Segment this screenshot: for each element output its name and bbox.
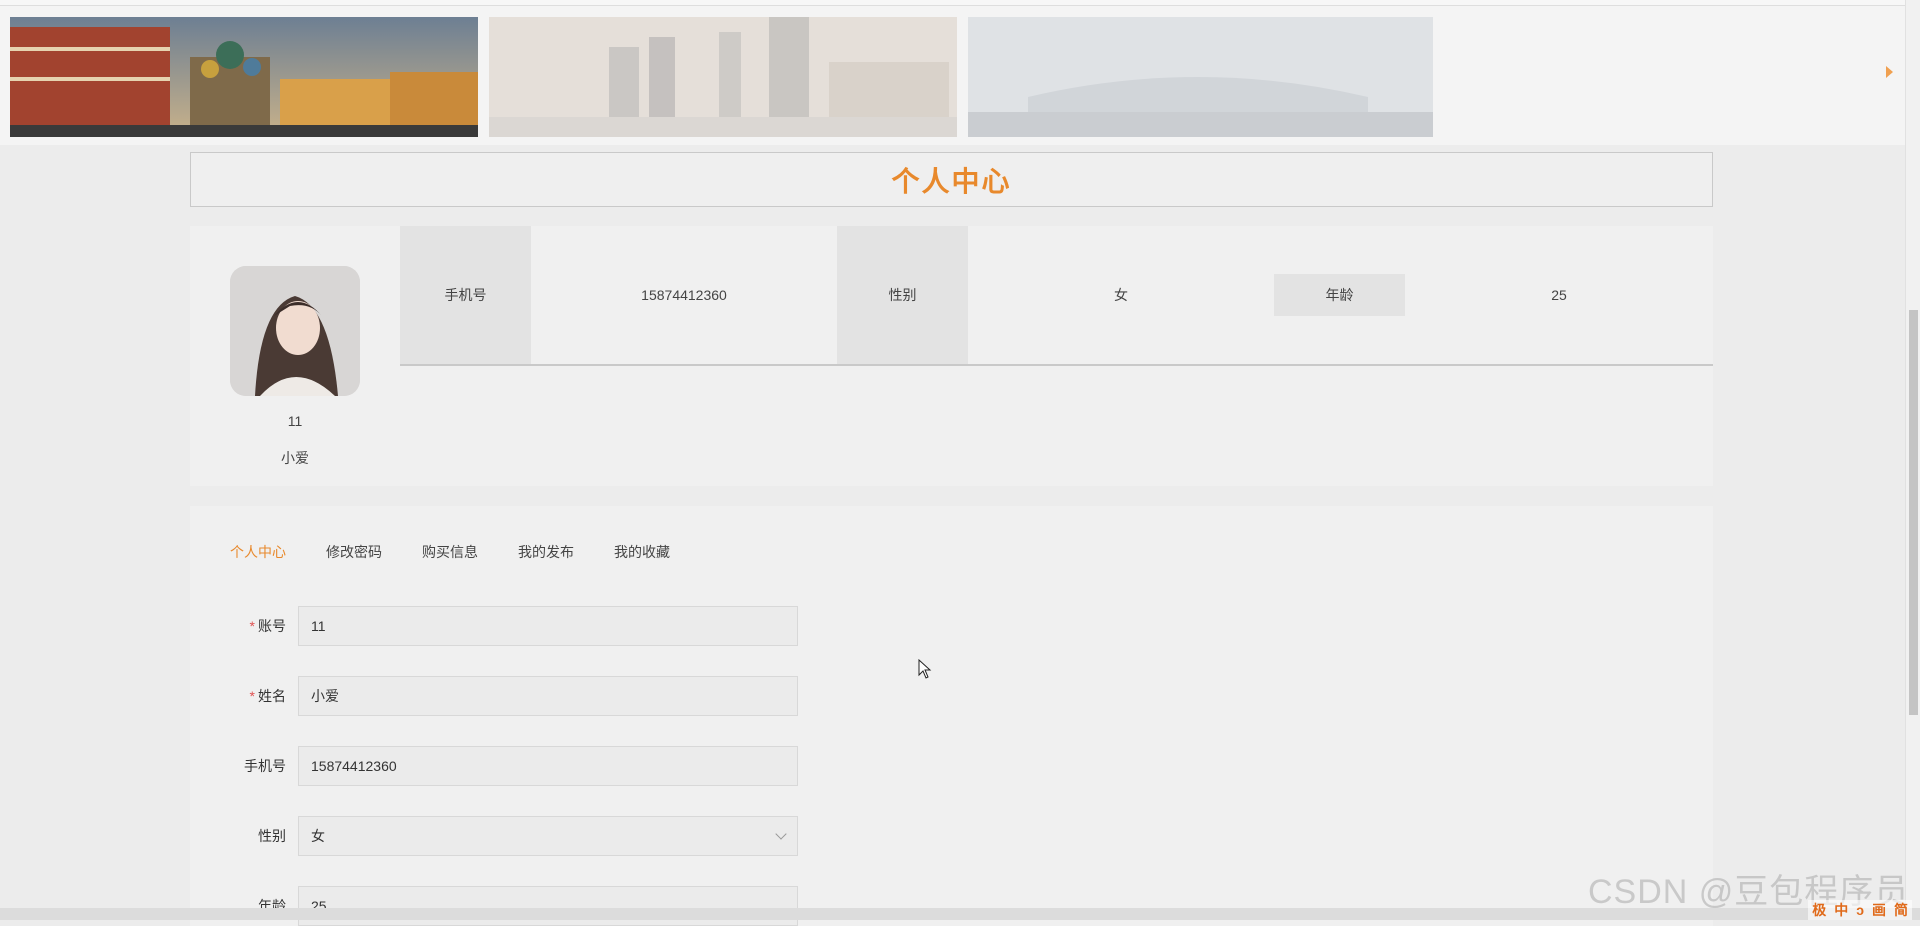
skyline-image	[489, 17, 957, 137]
user-photo	[230, 266, 360, 396]
gender-select[interactable]: 女	[298, 816, 798, 856]
age-label-cell: 年龄	[1274, 226, 1405, 364]
mouse-cursor-icon	[918, 659, 932, 679]
required-mark: *	[250, 688, 255, 704]
phone-field-label: 手机号	[230, 756, 298, 776]
tab-personal-center[interactable]: 个人中心	[230, 538, 286, 566]
name-field-label: *姓名	[230, 686, 298, 706]
gender-select-value: 女	[311, 826, 325, 846]
phone-value: 15874412360	[531, 226, 837, 364]
name-text: 小爱	[190, 448, 400, 468]
gender-label: 性别	[837, 226, 968, 364]
form-row-account: *账号 11	[230, 606, 798, 646]
account-text: 11	[190, 413, 400, 429]
name-field[interactable]: 小爱	[298, 676, 798, 716]
phone-field[interactable]: 15874412360	[298, 746, 798, 786]
page-title: 个人中心	[891, 160, 1011, 200]
form-row-phone: 手机号 15874412360	[230, 746, 798, 786]
ime-item[interactable]: ↄ	[1856, 902, 1864, 918]
account-field-label: *账号	[230, 616, 298, 636]
age-label: 年龄	[1274, 274, 1405, 316]
scrollbar-thumb[interactable]	[1909, 310, 1918, 715]
content-card: 个人中心 修改密码 购买信息 我的发布 我的收藏 *账号 11 *姓名 小爱 手…	[190, 506, 1713, 926]
tab-purchase-info[interactable]: 购买信息	[422, 538, 478, 566]
vertical-scrollbar[interactable]	[1905, 0, 1920, 908]
age-value: 25	[1405, 226, 1713, 364]
ime-item[interactable]: 中	[1834, 900, 1848, 920]
banner-slide-3[interactable]	[968, 17, 1433, 137]
tab-my-posts[interactable]: 我的发布	[518, 538, 574, 566]
banner-slide-1[interactable]	[10, 17, 478, 137]
chevron-right-icon[interactable]	[1886, 66, 1893, 78]
avatar	[230, 266, 360, 396]
age-field[interactable]: 25	[298, 886, 798, 926]
ime-toolbar: 极 中 ↄ 画 简	[1808, 900, 1912, 920]
ime-item[interactable]: 极	[1812, 900, 1826, 920]
horizontal-scrollbar[interactable]	[0, 908, 1920, 920]
phone-label: 手机号	[400, 226, 531, 364]
required-mark: *	[250, 618, 255, 634]
banner-slide-2[interactable]	[489, 17, 957, 137]
form-row-gender: 性别 女	[230, 816, 798, 856]
gender-field-label: 性别	[230, 826, 298, 846]
stadium-image	[968, 17, 1433, 137]
ime-item[interactable]: 简	[1894, 900, 1908, 920]
chevron-down-icon	[775, 828, 786, 839]
tab-my-favorites[interactable]: 我的收藏	[614, 538, 670, 566]
form-row-age: 年龄 25	[230, 886, 798, 926]
top-border	[0, 0, 1905, 6]
form-row-name: *姓名 小爱	[230, 676, 798, 716]
ime-item[interactable]: 画	[1872, 900, 1886, 920]
account-field[interactable]: 11	[298, 606, 798, 646]
banner-carousel	[0, 0, 1905, 145]
gender-value: 女	[968, 226, 1274, 364]
tab-bar: 个人中心 修改密码 购买信息 我的发布 我的收藏	[230, 538, 670, 566]
avatar-column: 11 小爱	[190, 226, 400, 486]
tab-change-password[interactable]: 修改密码	[326, 538, 382, 566]
profile-info-table: 手机号 15874412360 性别 女 年龄 25	[400, 226, 1713, 366]
profile-card: 11 小爱 手机号 15874412360 性别 女 年龄 25	[190, 226, 1713, 486]
city-image	[10, 17, 478, 137]
page-title-bar: 个人中心	[190, 152, 1713, 207]
